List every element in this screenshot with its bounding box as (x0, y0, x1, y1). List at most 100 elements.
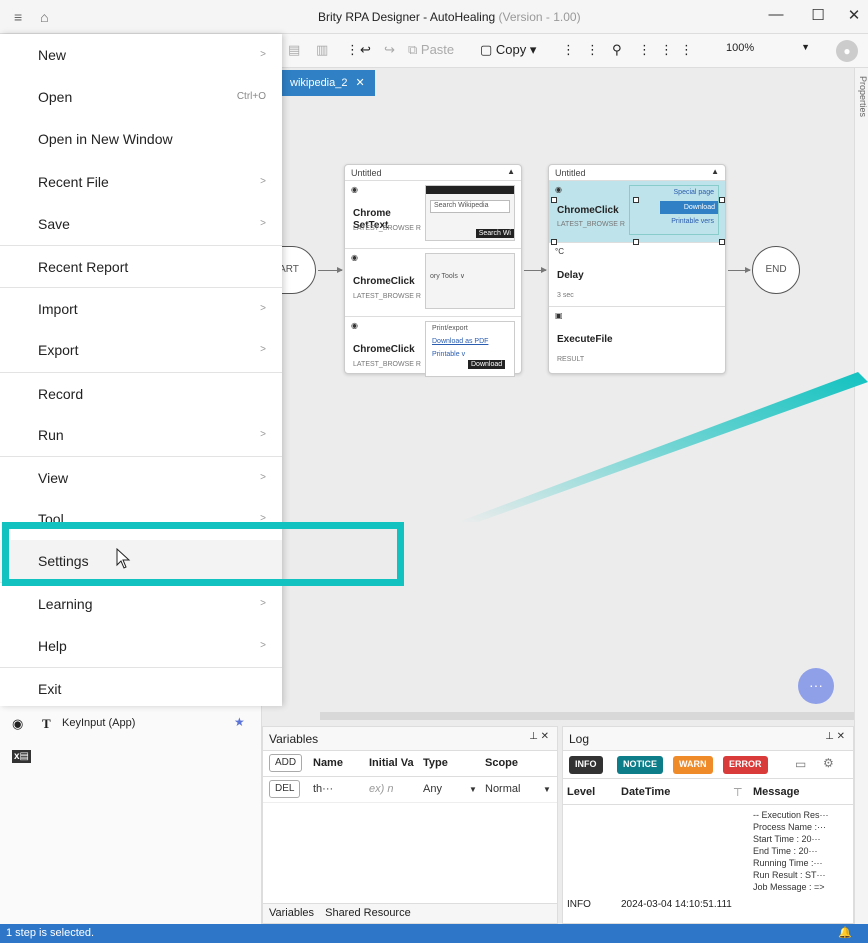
step-chrome-settext[interactable]: ◉ Chrome SetText LATEST_BROWSE R Search … (345, 181, 521, 249)
menu-item-save[interactable]: Save > (0, 203, 282, 245)
menu-item-tool[interactable]: Tool > (0, 498, 282, 540)
menu-item-exit[interactable]: Exit (0, 666, 282, 709)
menu-item-label: Learning (38, 596, 93, 613)
home-icon[interactable]: ⌂ (40, 9, 48, 25)
delete-variable-button[interactable]: DEL (269, 780, 301, 798)
add-variable-button[interactable]: ADD (269, 754, 303, 772)
thumb-text: Search Wikipedia (430, 200, 510, 213)
search-icon[interactable]: ⚲ (612, 42, 622, 58)
group-header: Untitled ▲ (549, 165, 725, 181)
hamburger-icon[interactable]: ≡ (14, 9, 22, 25)
menu-item-recent-file[interactable]: Recent File > (0, 161, 282, 203)
step-delay[interactable]: °C Delay 3 sec (549, 243, 725, 307)
menu-item-run[interactable]: Run > (0, 414, 282, 456)
more-icon-3[interactable]: ⋮ (586, 42, 599, 58)
chevron-right-icon: > (260, 344, 266, 356)
menu-item-open[interactable]: Open Ctrl+O (0, 76, 282, 118)
menu-item-settings[interactable]: Settings (0, 540, 282, 583)
close-button[interactable]: ✕ (842, 6, 866, 24)
more-icon[interactable]: ⋮ (346, 42, 359, 58)
avatar[interactable]: ● (836, 40, 858, 62)
menu-item-new[interactable]: New > (0, 34, 282, 76)
step-chrome-click-1[interactable]: ◉ ChromeClick LATEST_BROWSE R ory Tools … (345, 249, 521, 317)
table-row[interactable]: DEL th··· ex) n Any ▼ Normal ▼ (263, 777, 557, 803)
more-icon-4[interactable]: ⋮ (638, 42, 651, 58)
save-as-icon[interactable]: ▥ (316, 42, 328, 58)
close-icon[interactable]: ✕ (355, 77, 364, 89)
menu-item-label: Tool (38, 511, 64, 528)
tab-shared-resource[interactable]: Shared Resource (325, 907, 411, 919)
thumb-text-2: Download (660, 201, 718, 214)
tab-wikipedia-2[interactable]: wikipedia_2 ✕ (280, 70, 375, 96)
menu-item-view[interactable]: View > (0, 455, 282, 498)
redo-icon[interactable]: ↩ (360, 42, 371, 58)
resize-handle[interactable] (633, 197, 639, 203)
canvas-scrollbar[interactable] (320, 712, 854, 720)
more-icon-2[interactable]: ⋮ (562, 42, 575, 58)
menu-item-label: Export (38, 342, 79, 359)
menu-item-label: New (38, 47, 67, 63)
folder-icon[interactable]: ▭ (795, 757, 806, 771)
more-actions-button[interactable]: ··· (798, 668, 834, 704)
zoom-select[interactable]: 100% ▼ (726, 42, 820, 60)
copy-button[interactable]: ▢ Copy ▾ (480, 42, 536, 58)
log-filter-info[interactable]: INFO (569, 756, 603, 774)
resize-handle[interactable] (719, 197, 725, 203)
chevron-right-icon: > (260, 428, 266, 440)
thumb-text-4: Download (468, 360, 506, 369)
menu-item-record[interactable]: Record (0, 371, 282, 414)
variable-initial-input[interactable]: ex) n (369, 783, 393, 795)
variables-panel: Variables ⊥ ✕ ADD Name Initial Va Type S… (262, 726, 558, 924)
star-icon[interactable]: ★ (234, 715, 245, 729)
collapse-icon[interactable]: ▲ (711, 167, 719, 176)
log-message-line: Start Time : 20··· (753, 834, 821, 844)
menu-item-learning[interactable]: Learning > (0, 582, 282, 624)
menu-item-help[interactable]: Help > (0, 625, 282, 667)
step-execute-file[interactable]: ▣ ExecuteFile RESULT (549, 307, 725, 371)
menu-item-open-in-new-window[interactable]: Open in New Window (0, 118, 282, 160)
step-group-1[interactable]: Untitled ▲ ◉ Chrome SetText LATEST_BROWS… (344, 164, 522, 377)
step-chrome-click-2[interactable]: ◉ ChromeClick LATEST_BROWSE R Print/expo… (345, 317, 521, 385)
step-thumbnail: Search Wikipedia Search Wi (425, 185, 515, 241)
step-name: ChromeClick (353, 276, 415, 287)
step-thumbnail: ory Tools ∨ (425, 253, 515, 309)
paste-button[interactable]: ⧉ Paste (408, 42, 454, 58)
resize-handle[interactable] (551, 197, 557, 203)
undo-icon[interactable]: ↪ (384, 42, 395, 58)
log-filter-warn[interactable]: WARN (673, 756, 713, 774)
variable-name-input[interactable]: th··· (313, 783, 333, 795)
activity-panel: ◉ T KeyInput (App) ★ x▤ (0, 706, 262, 924)
tab-variables[interactable]: Variables (269, 907, 314, 919)
menu-item-export[interactable]: Export > (0, 329, 282, 371)
log-filters: INFO NOTICE WARN ERROR ▭ ⚙ (563, 751, 853, 779)
menu-item-import[interactable]: Import > (0, 287, 282, 329)
step-name: ExecuteFile (557, 334, 613, 345)
more-icon-5[interactable]: ⋮ (660, 42, 673, 58)
variables-title: Variables (269, 732, 319, 746)
chevron-down-icon: ▼ (801, 42, 810, 52)
step-sub: LATEST_BROWSE R (353, 293, 421, 300)
variable-scope-select[interactable]: Normal (485, 783, 520, 795)
pin-icon[interactable]: ⊥ ✕ (825, 731, 845, 742)
step-group-2[interactable]: Untitled ▲ ◉ ChromeClick LATEST_BROWSE R… (548, 164, 726, 374)
bell-icon[interactable]: 🔔 (838, 926, 852, 939)
filter-icon[interactable]: ⊤ (733, 786, 743, 799)
table-row[interactable]: -- Execution Res··· Process Name :··· Star… (563, 805, 853, 923)
minimize-button[interactable]: — (764, 6, 788, 23)
end-node[interactable]: END (752, 246, 800, 294)
log-filter-error[interactable]: ERROR (723, 756, 768, 774)
collapse-icon[interactable]: ▲ (507, 167, 515, 176)
pin-icon[interactable]: ⊥ ✕ (529, 731, 549, 742)
log-filter-notice[interactable]: NOTICE (617, 756, 664, 774)
tab-label: wikipedia_2 (290, 77, 348, 89)
properties-panel-collapsed[interactable]: Properties (854, 68, 868, 924)
menu-item-recent-report[interactable]: Recent Report (0, 244, 282, 287)
window-title-text: Brity RPA Designer - AutoHealing (318, 10, 496, 24)
maximize-button[interactable]: ☐ (806, 6, 830, 24)
window-title: Brity RPA Designer - AutoHealing (Versio… (318, 10, 581, 24)
gear-icon[interactable]: ⚙ (823, 756, 834, 770)
variable-type-select[interactable]: Any (423, 783, 442, 795)
more-icon-6[interactable]: ⋮ (680, 42, 693, 58)
step-chrome-click-selected[interactable]: ◉ ChromeClick LATEST_BROWSE R Special pa… (549, 181, 725, 245)
save-icon[interactable]: ▤ (288, 42, 300, 58)
